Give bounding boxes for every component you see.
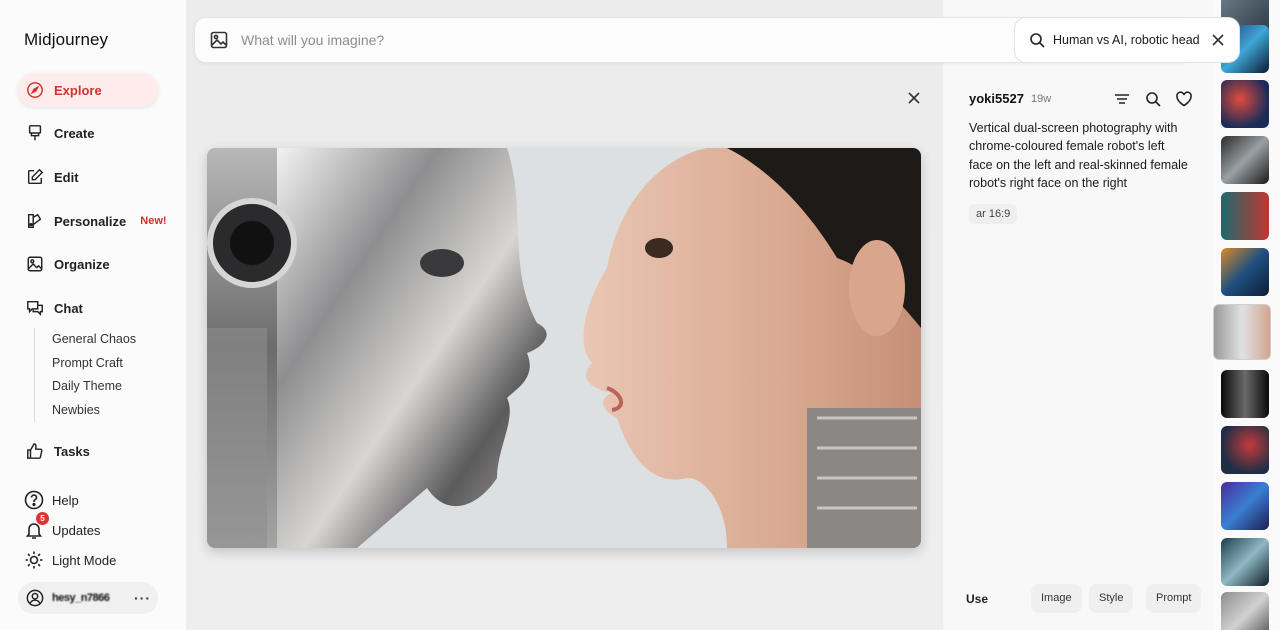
chat-channel-prompt-craft[interactable]: Prompt Craft [52,352,154,376]
clear-search-icon[interactable] [1211,33,1225,47]
updates-count-badge: 5 [36,512,49,525]
sidebar-item-chat[interactable]: Chat [18,291,158,325]
sun-icon [25,551,43,569]
question-circle-icon [24,490,44,510]
paintbrush-icon [28,125,42,141]
more-options-icon[interactable]: ··· [134,590,151,606]
use-label: Use [966,592,989,606]
sidebar-item-explore[interactable]: Explore [18,73,158,107]
author-name[interactable]: yoki5527 [969,91,1024,106]
robot-human-face-image [207,148,921,548]
use-prompt-button[interactable]: Prompt [1146,584,1202,613]
sidebar-item-label: Personalize [54,213,127,229]
sidebar: Midjourney Explore Create Edit Personali… [0,0,186,630]
image-upload-icon[interactable] [209,30,229,50]
main-image[interactable] [207,148,921,548]
chat-bubbles-icon [27,300,43,317]
chat-channel-daily-theme[interactable]: Daily Theme [52,375,154,399]
prompt-input[interactable]: What will you imagine? [241,32,384,48]
thumbnail[interactable] [1221,248,1269,296]
thumbnail[interactable] [1221,192,1269,240]
close-icon[interactable] [906,90,922,106]
updates-icon-wrap: 5 [24,512,49,540]
chat-channel-list: General Chaos Prompt Craft Daily Theme N… [34,328,154,423]
light-mode-toggle[interactable]: Light Mode [24,550,116,570]
palette-icon [27,213,42,229]
sidebar-item-organize[interactable]: Organize [18,247,158,281]
help-label: Help [52,492,79,508]
updates-link[interactable]: 5 Updates [24,512,101,540]
compass-icon [27,82,43,98]
thumbnail[interactable] [1221,538,1269,586]
chat-channel-general-chaos[interactable]: General Chaos [52,328,154,352]
use-style-button[interactable]: Style [1089,584,1134,613]
thumbs-up-icon [27,443,43,459]
thumbnail-selected[interactable] [1213,304,1271,360]
post-age: 19w [1031,93,1052,105]
light-mode-label: Light Mode [52,552,117,568]
use-image-button[interactable]: Image [1031,584,1082,613]
thumbnail-strip [1213,0,1280,630]
user-avatar-icon [26,589,44,607]
sidebar-item-personalize[interactable]: Personalize New! [18,204,167,238]
image-icon [27,256,43,272]
list-icon[interactable] [1113,90,1131,108]
app-logo[interactable]: Midjourney [24,30,108,50]
prompt-description: Vertical dual-screen photography with ch… [969,121,1188,191]
sidebar-item-create[interactable]: Create [18,116,158,150]
sidebar-item-label: Organize [54,256,110,272]
thumbnail[interactable] [1221,592,1269,630]
help-link[interactable]: Help [24,490,79,510]
sidebar-item-label: Explore [54,82,102,98]
user-menu[interactable]: hesy_n7866 ··· [18,582,158,614]
thumbnail[interactable] [1221,482,1269,530]
search-query[interactable]: Human vs AI, robotic head [1053,33,1201,47]
sidebar-item-label: Chat [54,300,83,316]
main-viewer: What will you imagine? [186,0,1192,630]
thumbnail[interactable] [1221,370,1269,418]
heart-icon[interactable] [1175,90,1193,108]
chat-channel-newbies[interactable]: Newbies [52,399,154,423]
sidebar-item-label: Tasks [54,443,90,459]
thumbnail[interactable] [1221,426,1269,474]
search-box[interactable]: Human vs AI, robotic head [1014,17,1240,63]
thumbnail[interactable] [1221,136,1269,184]
sidebar-item-label: Create [54,125,95,141]
username: hesy_n7866 [52,592,110,604]
aspect-ratio-tag: ar 16:9 [969,204,1018,224]
thumbnail[interactable] [1221,80,1269,128]
pencil-square-icon [27,168,44,185]
updates-label: Updates [52,522,101,538]
sidebar-item-tasks[interactable]: Tasks [18,434,158,468]
sidebar-item-label: Edit [54,169,79,185]
search-similar-icon[interactable] [1144,90,1162,108]
sidebar-item-edit[interactable]: Edit [18,160,158,194]
search-icon [1030,33,1045,48]
new-badge: New! [140,215,167,227]
